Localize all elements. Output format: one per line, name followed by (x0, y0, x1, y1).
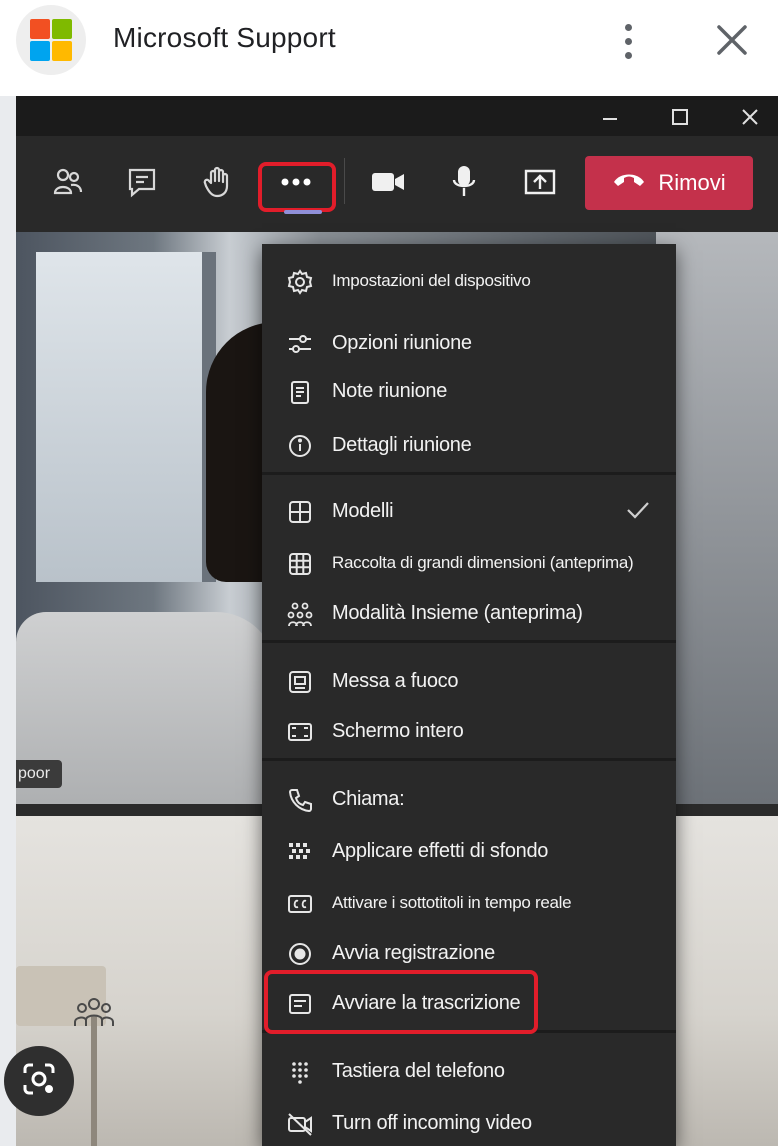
menu-item-meeting-details[interactable]: Dettagli riunione (262, 422, 676, 466)
dialpad-icon (286, 1058, 314, 1086)
more-options-icon[interactable] (612, 22, 646, 60)
video-stand (91, 1016, 97, 1146)
menu-item-label: Raccolta di grandi dimensioni (anteprima… (332, 553, 634, 572)
menu-item-label: Tastiera del telefono (332, 1060, 505, 1082)
participant-name-tag: poor (16, 760, 62, 788)
lens-icon (19, 1059, 59, 1104)
menu-item-label: Opzioni riunione (332, 332, 472, 354)
hang-up-icon (612, 170, 646, 196)
background-effects-icon (286, 838, 314, 866)
microsoft-logo[interactable] (16, 5, 86, 75)
menu-separator (262, 758, 676, 761)
logo-tile-green (52, 19, 72, 39)
phone-icon (286, 786, 314, 814)
grid-icon (286, 550, 314, 578)
menu-item-layouts[interactable]: Modelli (262, 488, 676, 532)
close-icon[interactable] (710, 18, 754, 62)
minimize-icon[interactable] (592, 102, 628, 132)
raise-hand-icon[interactable] (190, 156, 246, 208)
menu-item-label: Dettagli riunione (332, 434, 472, 456)
menu-item-label: Impostazioni del dispositivo (332, 271, 531, 290)
menu-item-label: Turn off incoming video (332, 1112, 532, 1134)
record-icon (286, 940, 314, 968)
menu-item-label: Messa a fuoco (332, 670, 459, 692)
maximize-icon[interactable] (662, 102, 698, 132)
menu-item-label: Applicare effetti di sfondo (332, 840, 549, 862)
menu-item-turn-off-incoming-video[interactable]: Turn off incoming video (262, 1100, 676, 1144)
app-title: Microsoft Support (113, 22, 336, 53)
video-window-background (36, 252, 216, 582)
more-button-highlight (258, 162, 336, 212)
info-icon (286, 432, 314, 460)
share-screen-icon[interactable] (512, 156, 568, 208)
video-off-icon (286, 1110, 314, 1138)
group-avatar-icon (72, 996, 116, 1035)
menu-item-live-captions[interactable]: Attivare i sottotitoli in tempo reale (262, 880, 676, 924)
checkmark-icon (624, 496, 652, 524)
menu-item-label: Attivare i sottotitoli in tempo reale (332, 893, 572, 912)
toolbar-separator (344, 158, 345, 204)
participants-icon[interactable] (40, 156, 96, 208)
fullscreen-icon (286, 718, 314, 746)
menu-item-together-mode[interactable]: Modalità Insieme (anteprima) (262, 590, 676, 634)
transcription-highlight (264, 970, 538, 1034)
menu-item-label: Chiama: (332, 788, 405, 810)
together-mode-icon (286, 600, 314, 628)
app-bar: Microsoft Support (0, 0, 778, 82)
menu-item-meeting-notes[interactable]: Note riunione (262, 368, 676, 412)
menu-item-device-settings[interactable]: Impostazioni del dispositivo (262, 258, 676, 302)
focus-icon (286, 668, 314, 696)
menu-item-start-recording[interactable]: Avvia registrazione (262, 930, 676, 974)
window-titlebar (16, 96, 778, 136)
menu-item-label: Modelli (332, 500, 394, 522)
more-button-indicator (284, 210, 322, 214)
menu-item-focus[interactable]: Messa a fuoco (262, 658, 676, 702)
gear-icon (286, 268, 314, 296)
menu-separator (262, 640, 676, 643)
logo-tile-blue (30, 41, 50, 61)
sliders-icon (286, 330, 314, 358)
menu-item-label: Modalità Insieme (anteprima) (332, 602, 583, 624)
microphone-icon[interactable] (436, 156, 492, 208)
menu-item-dial-pad[interactable]: Tastiera del telefono (262, 1048, 676, 1092)
notes-icon (286, 378, 314, 406)
leave-button[interactable]: Rimovi (585, 156, 753, 210)
logo-tile-red (30, 19, 50, 39)
menu-item-full-screen[interactable]: Schermo intero (262, 708, 676, 752)
lens-search-button[interactable] (4, 1046, 74, 1116)
layout-icon (286, 498, 314, 526)
menu-item-call[interactable]: Chiama: (262, 776, 676, 820)
window-close-icon[interactable] (732, 102, 768, 132)
menu-item-label: Schermo intero (332, 720, 464, 742)
menu-item-large-gallery[interactable]: Raccolta di grandi dimensioni (anteprima… (262, 540, 676, 584)
menu-item-background-effects[interactable]: Applicare effetti di sfondo (262, 828, 676, 872)
logo-tile-yellow (52, 41, 72, 61)
leave-button-label: Rimovi (658, 170, 726, 195)
menu-item-label: Note riunione (332, 380, 448, 402)
captions-icon (286, 890, 314, 918)
chat-icon[interactable] (114, 156, 170, 208)
menu-item-meeting-options[interactable]: Opzioni riunione (262, 320, 676, 364)
page-left-margin (0, 96, 16, 1146)
menu-separator (262, 472, 676, 475)
menu-item-label: Avvia registrazione (332, 942, 495, 964)
camera-icon[interactable] (360, 156, 416, 208)
